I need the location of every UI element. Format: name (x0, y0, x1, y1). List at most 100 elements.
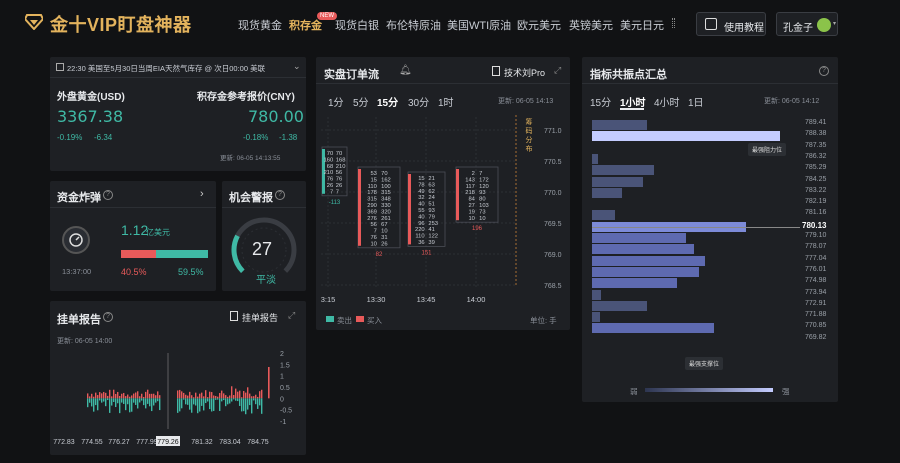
bar-up (153, 393, 155, 399)
tab-1hour[interactable]: 1时 (438, 94, 454, 109)
bar-down (211, 398, 213, 412)
bar-up (157, 391, 159, 399)
pending-order-title: 挂单报告 (57, 314, 101, 326)
resistance-tooltip: 最强阻力位 (748, 143, 787, 156)
tutorial-button[interactable]: 使用教程 (696, 12, 766, 36)
candle-buy-value: 253 (428, 221, 438, 227)
y-tick-label: 1.5 (280, 362, 290, 369)
bar-up (131, 395, 133, 399)
tab-1min[interactable]: 1分 (328, 94, 344, 109)
bar-down (127, 398, 129, 405)
bar-down (241, 398, 243, 412)
bar-up (115, 393, 117, 399)
y-tick-label: -0.5 (280, 408, 292, 415)
y-tick-label: 787.35 (805, 141, 827, 149)
tab-15min[interactable]: 15分 (590, 94, 611, 109)
nav-item[interactable]: 现货黄金 (238, 17, 282, 33)
bar-up (95, 392, 97, 399)
bar-up (233, 395, 235, 399)
bar-up (219, 393, 221, 399)
bar-up (225, 395, 227, 399)
side-label: 分 (526, 135, 533, 144)
bar-down (111, 398, 113, 406)
candle-buy-value: 7 (336, 189, 339, 195)
y-tick-label: 778.07 (805, 243, 827, 251)
tab-5min[interactable]: 5分 (353, 94, 369, 109)
support-tooltip: 最强支撑位 (685, 357, 724, 370)
nav-item-active[interactable]: 积存金 (289, 17, 322, 33)
nav-item[interactable]: 美元日元 (620, 17, 664, 33)
bar-down (113, 398, 115, 402)
foreign-gold-title: 外盘黄金(USD) (57, 92, 125, 103)
help-icon[interactable]: ? (103, 190, 113, 200)
bar-down (217, 398, 219, 400)
bar-down (123, 398, 125, 404)
resonance-bar (592, 131, 780, 142)
expand-icon[interactable]: ⤢ (288, 310, 295, 321)
candle-buy-value: 62 (428, 189, 434, 195)
y-tick-label: 777.04 (805, 254, 827, 262)
bar-down (231, 398, 233, 402)
x-tick-label: 781.32 (191, 439, 213, 446)
bar-up (147, 389, 149, 399)
chevron-right-icon[interactable]: › (200, 188, 204, 200)
buy-legend-swatch (356, 316, 364, 322)
y-tick-label: 789.41 (805, 119, 827, 126)
bar-up (247, 387, 249, 399)
bar-up (268, 367, 270, 399)
side-label: 筹 (526, 117, 533, 126)
bar-down (139, 398, 141, 403)
bar-up (137, 391, 139, 399)
current-price-line (592, 226, 800, 228)
resonance-bar (592, 244, 694, 255)
candle-sell-value: 56 (370, 222, 376, 228)
expand-icon[interactable]: ⤢ (554, 65, 561, 76)
bar-up (127, 394, 129, 399)
candle-sell-value: 210 (324, 170, 334, 176)
nav-item[interactable]: 布伦特原油 (386, 17, 441, 33)
bar-down (93, 398, 95, 412)
y-tick-label: 774.98 (805, 277, 827, 285)
resonance-title: 指标共振点汇总 (590, 69, 667, 81)
nav-item[interactable]: 现货白银 (335, 17, 379, 33)
bar-down (185, 398, 187, 405)
candle-sell-value: 220 (415, 227, 425, 233)
x-tick-label: 774.55 (81, 439, 103, 446)
candle-buy-value: 261 (381, 216, 391, 222)
bar-up (215, 395, 217, 399)
candle-sell-value: 315 (367, 197, 377, 203)
x-tick-label: 772.83 (53, 439, 75, 446)
bar-up (191, 395, 193, 399)
y-tick-label: 780.13 (802, 220, 827, 230)
candle-total: 151 (421, 250, 432, 256)
nav-item[interactable]: 美国WTI原油 (447, 17, 511, 33)
pending-order-link[interactable]: 挂单报告 (242, 311, 278, 324)
tab-4hour[interactable]: 4小时 (654, 94, 680, 109)
bell-icon[interactable]: 🔔︎ (399, 65, 412, 76)
ticker-text[interactable]: 22:30 美国至5月30日当周EIA天然气库存 @ 次日00:00 美联 (67, 63, 292, 74)
bar-down (89, 398, 91, 403)
candle-buy-value: 120 (479, 184, 489, 190)
candle-buy-value: 7 (479, 171, 482, 177)
nav-item[interactable]: 英镑美元 (569, 17, 613, 33)
technical-pro-link[interactable]: 技术刘Pro (504, 66, 545, 79)
tab-1hour[interactable]: 1小时 (620, 94, 646, 109)
help-icon[interactable]: ? (275, 190, 285, 200)
help-icon[interactable]: ? (103, 312, 113, 322)
nav-item[interactable]: 欧元美元 (517, 17, 561, 33)
bar-down (251, 398, 253, 414)
chevron-down-icon[interactable]: ⌄ (293, 61, 301, 72)
fund-bomb-title: 资金炸弹 (57, 192, 101, 204)
y-tick-label: 782.19 (805, 198, 827, 206)
bar-up (205, 390, 207, 399)
bar-down (209, 398, 211, 410)
tab-1day[interactable]: 1日 (688, 94, 704, 109)
help-icon[interactable]: ? (819, 66, 829, 76)
tab-15min[interactable]: 15分 (377, 94, 398, 109)
y-tick-label: 771.88 (805, 311, 827, 319)
nav-more-icon[interactable] (672, 18, 675, 28)
tab-30min[interactable]: 30分 (408, 94, 429, 109)
user-menu[interactable]: 孔金子 ▾ (776, 12, 838, 36)
user-name: 孔金子 (783, 23, 813, 34)
bar-up (189, 391, 191, 399)
